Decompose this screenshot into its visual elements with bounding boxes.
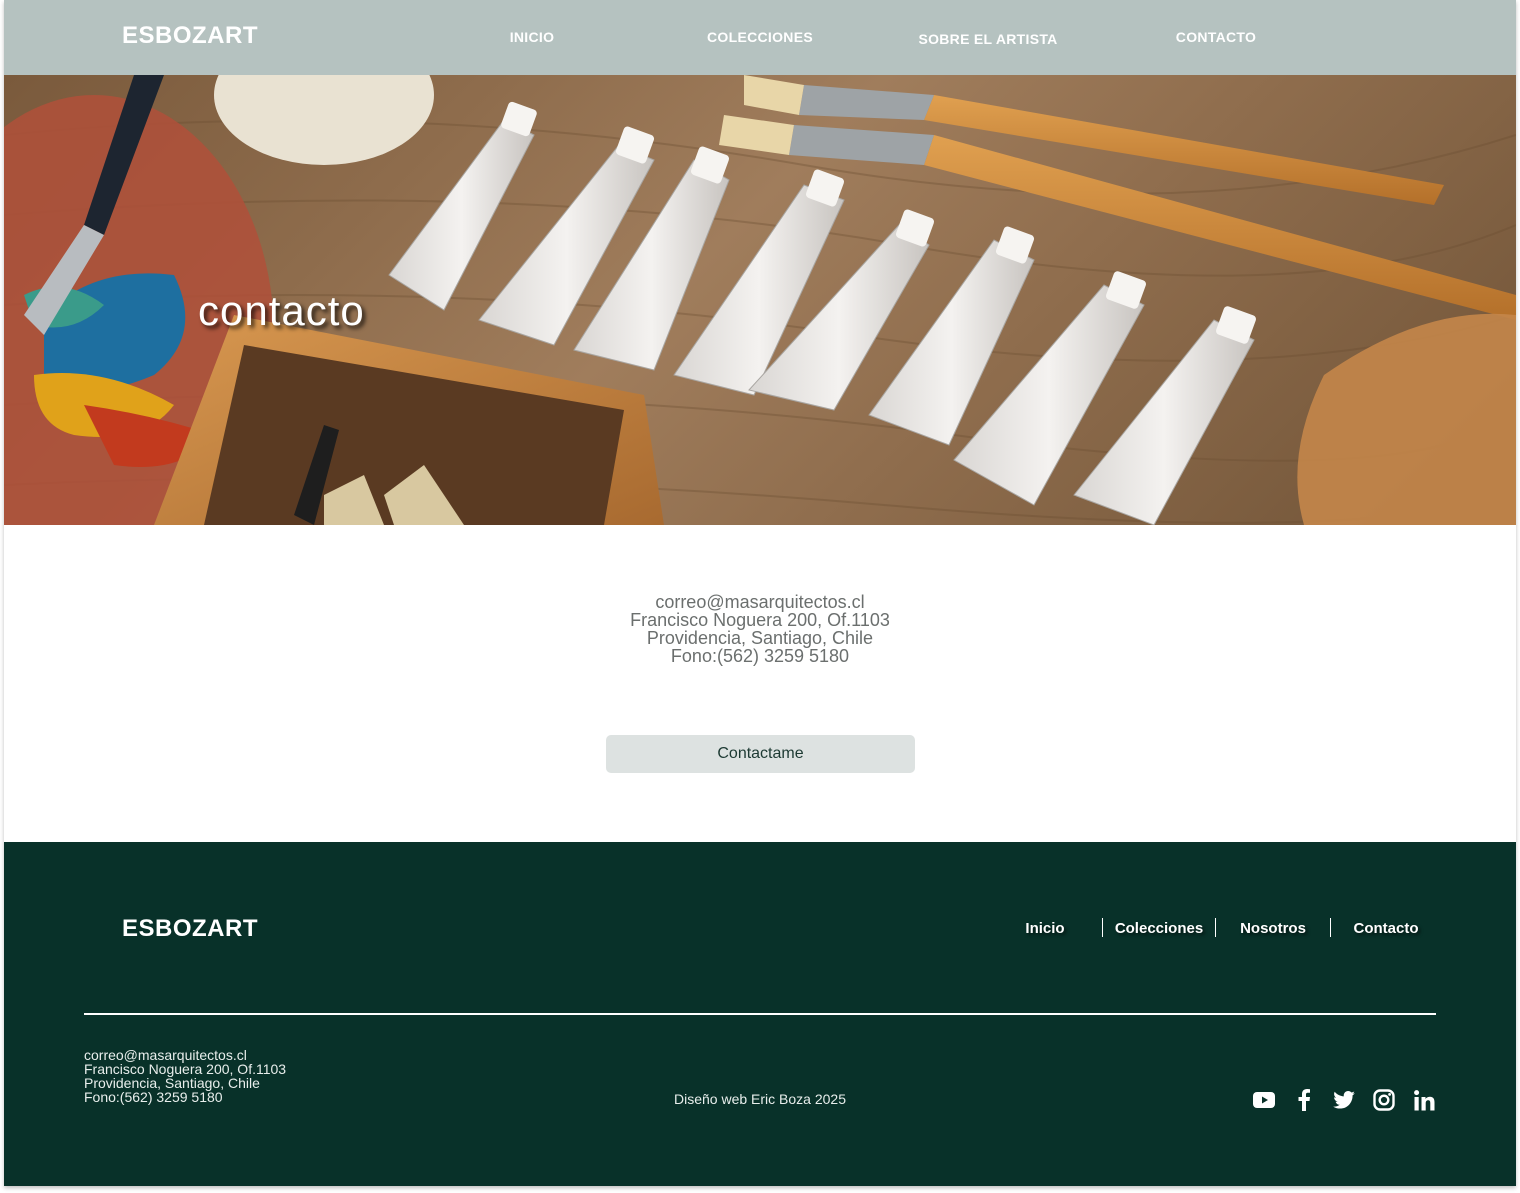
footer-phone: Fono:(562) 3259 5180 — [84, 1089, 223, 1105]
nav-inicio[interactable]: INICIO — [510, 29, 555, 45]
linkedin-icon[interactable] — [1412, 1088, 1436, 1112]
nav-colecciones[interactable]: COLECCIONES — [707, 29, 813, 45]
footer-city: Providencia, Santiago, Chile — [84, 1075, 260, 1091]
footer-nav-divider — [1102, 918, 1103, 937]
youtube-icon[interactable] — [1252, 1088, 1276, 1112]
contactame-button[interactable]: Contactame — [606, 735, 915, 773]
footer-nav-divider — [1330, 918, 1331, 937]
nav-contacto[interactable]: CONTACTO — [1176, 29, 1256, 45]
facebook-icon[interactable] — [1292, 1088, 1316, 1112]
site-header: ESBOZART INICIO COLECCIONES SOBRE EL ART… — [4, 0, 1516, 75]
footer-divider — [84, 1013, 1436, 1015]
page: ESBOZART INICIO COLECCIONES SOBRE EL ART… — [4, 0, 1516, 1186]
nav-sobre-el-artista[interactable]: SOBRE EL ARTISTA — [918, 31, 1057, 47]
footer-nav-colecciones[interactable]: Colecciones — [1115, 920, 1203, 937]
footer-contact-info: correo@masarquitectos.cl Francisco Nogue… — [84, 1048, 286, 1104]
footer-nav-inicio[interactable]: Inicio — [1025, 920, 1064, 937]
footer-brand-logo[interactable]: ESBOZART — [122, 915, 258, 943]
contact-email[interactable]: correo@masarquitectos.cl — [460, 593, 1060, 611]
hero-title: contacto — [198, 287, 365, 334]
contact-phone: Fono:(562) 3259 5180 — [670, 646, 850, 666]
footer-nav-divider — [1215, 918, 1216, 937]
footer-email[interactable]: correo@masarquitectos.cl — [84, 1048, 286, 1062]
contact-city: Providencia, Santiago, Chile — [646, 628, 874, 648]
footer-credit: Diseño web Eric Boza 2025 — [674, 1091, 846, 1107]
site-footer: ESBOZART Inicio Colecciones Nosotros Con… — [4, 842, 1516, 1186]
hero-banner: contacto — [4, 75, 1516, 525]
instagram-icon[interactable] — [1372, 1088, 1396, 1112]
footer-address: Francisco Noguera 200, Of.1103 — [84, 1061, 287, 1077]
twitter-icon[interactable] — [1332, 1088, 1356, 1112]
contact-address: Francisco Noguera 200, Of.1103 — [630, 610, 890, 630]
footer-nav-contacto[interactable]: Contacto — [1354, 920, 1419, 937]
brand-logo[interactable]: ESBOZART — [122, 22, 258, 50]
footer-nav-nosotros[interactable]: Nosotros — [1240, 920, 1306, 937]
contact-info: correo@masarquitectos.cl Francisco Nogue… — [460, 593, 1060, 665]
